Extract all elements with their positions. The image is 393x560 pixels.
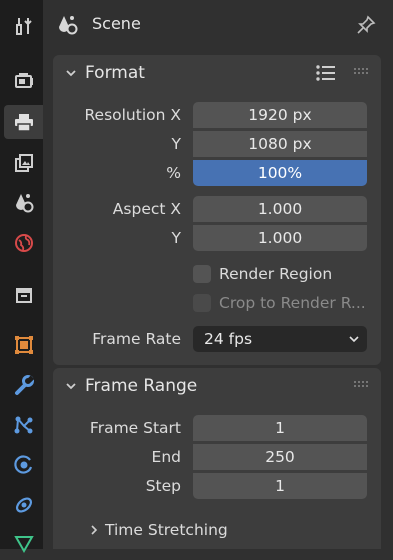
drag-handle-icon[interactable] <box>353 67 369 77</box>
frame-start-label: Frame Start <box>89 419 181 437</box>
resolution-percent-slider[interactable]: 100% <box>193 160 367 186</box>
checkbox-box <box>193 265 211 283</box>
context-title: Scene <box>92 14 141 33</box>
chevron-down-icon <box>66 70 76 77</box>
checkbox-box <box>193 294 211 312</box>
frame-step-field[interactable]: 1 <box>193 473 367 499</box>
constraints-icon <box>15 497 32 513</box>
collection-tab[interactable] <box>4 278 43 312</box>
resolution-x-label: Resolution X <box>84 106 181 124</box>
resolution-percent-label: % <box>166 164 181 182</box>
render-region-checkbox[interactable]: Render Region <box>193 263 332 285</box>
scene-tab[interactable] <box>4 186 43 220</box>
render-tab[interactable] <box>4 63 43 97</box>
format-panel-title: Format <box>85 63 145 83</box>
properties-tab-bar <box>0 0 43 554</box>
aspect-y-row: Y 1.000 <box>53 225 381 251</box>
aspect-x-label: Aspect X <box>112 200 181 218</box>
format-panel-header[interactable]: Format <box>53 55 381 91</box>
particles-icon <box>14 416 32 434</box>
scene-icon <box>15 194 33 213</box>
collection-icon <box>15 288 32 303</box>
drag-handle-icon[interactable] <box>353 380 369 390</box>
resolution-x-row: Resolution X 1920 px <box>53 102 381 128</box>
scene-icon <box>59 16 78 35</box>
aspect-x-row: Aspect X 1.000 <box>53 196 381 222</box>
frame-end-row: End 250 <box>53 444 381 470</box>
frame-end-field[interactable]: 250 <box>193 444 367 470</box>
presets-list-icon[interactable] <box>315 63 337 83</box>
tool-icon <box>15 18 32 35</box>
resolution-x-field[interactable]: 1920 px <box>193 102 367 128</box>
frame-rate-row: Frame Rate 24 fps <box>53 326 381 352</box>
world-icon <box>14 234 33 252</box>
frame-rate-label: Frame Rate <box>92 330 181 348</box>
frame-range-panel: Frame Range Frame Start 1 End 250 Step 1 <box>53 368 381 549</box>
frame-rate-dropdown[interactable]: 24 fps <box>193 326 367 352</box>
frame-start-field[interactable]: 1 <box>193 415 367 441</box>
frame-step-row: Step 1 <box>53 473 381 499</box>
view-layer-icon <box>14 154 33 172</box>
output-icon <box>14 114 33 132</box>
format-panel: Format Resolution X 1920 px Y 1080 px % <box>53 55 381 365</box>
aspect-x-field[interactable]: 1.000 <box>193 196 367 222</box>
data-icon <box>13 536 34 554</box>
aspect-y-field[interactable]: 1.000 <box>193 225 367 251</box>
view-layer-tab[interactable] <box>4 146 43 180</box>
crop-to-render-region-label: Crop to Render R... <box>219 294 366 312</box>
tool-tab[interactable] <box>4 9 43 43</box>
frame-end-label: End <box>151 448 181 466</box>
frame-range-panel-title: Frame Range <box>85 376 198 396</box>
frame-rate-value: 24 fps <box>204 330 253 348</box>
resolution-y-field[interactable]: 1080 px <box>193 131 367 157</box>
time-stretching-subpanel-header[interactable]: Time Stretching <box>53 517 381 543</box>
resolution-y-row: Y 1080 px <box>53 131 381 157</box>
crop-to-render-region-checkbox[interactable]: Crop to Render R... <box>193 292 366 314</box>
chevron-right-icon <box>91 525 98 535</box>
properties-editor: Scene Format Resolution X 1920 px Y 1080… <box>43 0 393 549</box>
chevron-down-icon <box>349 336 359 343</box>
modifier-tab[interactable] <box>4 368 43 402</box>
physics-tab[interactable] <box>4 448 43 482</box>
frame-range-panel-header[interactable]: Frame Range <box>53 368 381 404</box>
render-region-label: Render Region <box>219 265 333 283</box>
physics-icon <box>13 455 32 474</box>
constraints-tab[interactable] <box>4 488 43 522</box>
frame-start-row: Frame Start 1 <box>53 415 381 441</box>
time-stretching-title: Time Stretching <box>105 521 228 539</box>
aspect-y-label: Y <box>171 229 181 247</box>
resolution-percent-row: % 100% <box>53 160 381 186</box>
particles-tab[interactable] <box>4 408 43 442</box>
resolution-y-label: Y <box>171 135 181 153</box>
render-icon <box>14 73 33 88</box>
output-tab[interactable] <box>4 105 43 139</box>
wrench-icon <box>14 375 34 395</box>
frame-step-label: Step <box>145 477 181 495</box>
chevron-down-icon <box>66 383 76 390</box>
data-tab[interactable] <box>4 526 43 560</box>
properties-header: Scene <box>43 0 393 50</box>
world-tab[interactable] <box>4 226 43 260</box>
pin-icon[interactable] <box>355 14 377 36</box>
object-tab[interactable] <box>4 328 43 362</box>
object-icon <box>14 336 33 354</box>
